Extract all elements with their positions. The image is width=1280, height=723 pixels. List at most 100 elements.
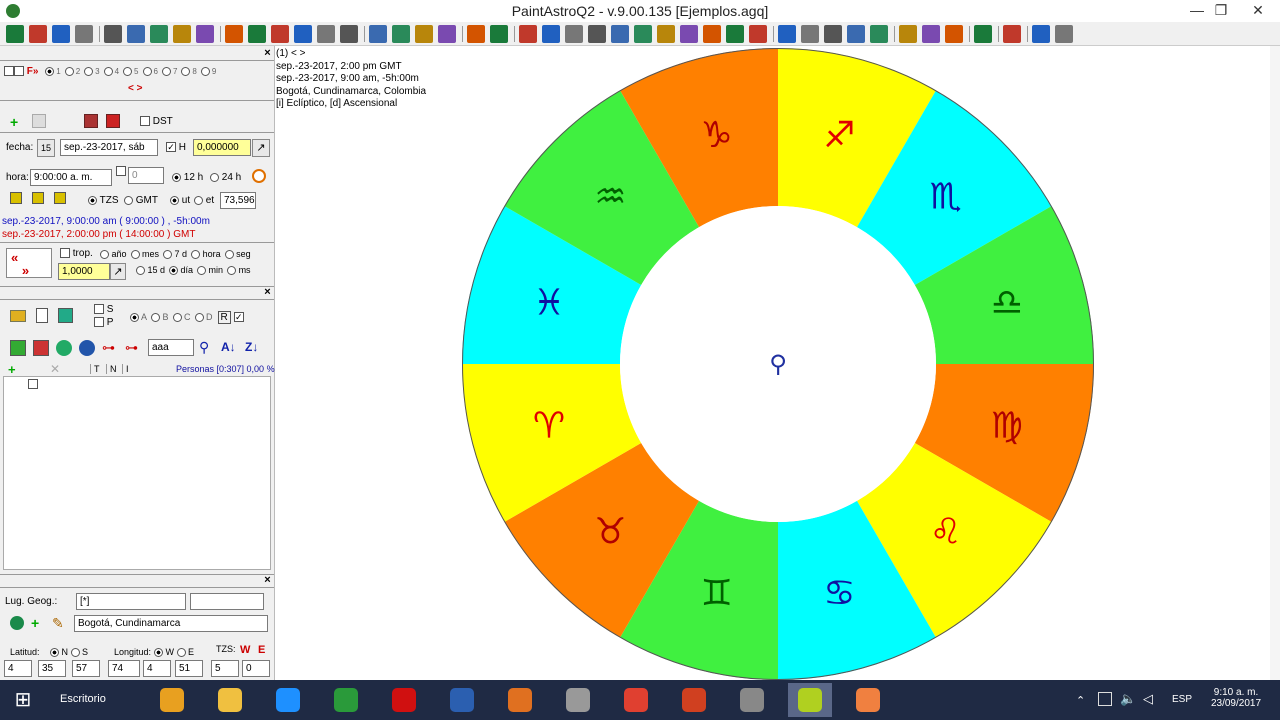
slot-check-b[interactable] [14, 66, 24, 77]
tool-a-icon[interactable] [10, 340, 26, 356]
calculator-icon[interactable] [726, 25, 744, 43]
slot-radio-4[interactable] [103, 66, 113, 76]
clock-icon[interactable] [252, 169, 266, 183]
window5-icon[interactable] [196, 25, 214, 43]
clock[interactable]: 9:10 a. m. 23/09/2017 [1208, 687, 1264, 709]
slot-radio-6[interactable] [142, 66, 152, 76]
dots3-icon[interactable] [847, 25, 865, 43]
tzs-radio[interactable] [88, 195, 97, 205]
unit-row1-radio-4[interactable] [224, 249, 234, 259]
e-radio[interactable] [176, 648, 186, 658]
arrow-right-icon[interactable] [611, 25, 629, 43]
tray-speaker-icon[interactable]: ◁ [1143, 691, 1153, 707]
lat-min-field[interactable]: 35 [38, 660, 66, 677]
slot-radio-1[interactable] [45, 66, 55, 76]
window3-icon[interactable] [150, 25, 168, 43]
ie-icon[interactable] [266, 683, 310, 717]
refresh-icon[interactable] [703, 25, 721, 43]
start-button[interactable]: ⊞ [0, 683, 46, 717]
opera-icon[interactable] [382, 683, 426, 717]
project-icon[interactable] [324, 683, 368, 717]
tray-volume-icon[interactable]: 🔈 [1120, 691, 1136, 707]
dots4-icon[interactable] [870, 25, 888, 43]
tray-chevron-icon[interactable]: ⌃ [1076, 694, 1085, 707]
table-icon[interactable] [438, 25, 456, 43]
sort-asc-icon[interactable]: A↓ [221, 340, 236, 354]
unit-row1-radio-1[interactable] [130, 249, 140, 259]
slot-radio-2[interactable] [64, 66, 74, 76]
tz-icon-a[interactable] [10, 192, 22, 204]
tool-b-icon[interactable] [33, 340, 49, 356]
colors-icon[interactable] [225, 25, 243, 43]
fraction-icon[interactable] [565, 25, 583, 43]
slot-radio-7[interactable] [161, 66, 171, 76]
tz-icon-b[interactable] [32, 192, 44, 204]
add-icon[interactable]: + [10, 114, 18, 130]
window-icon[interactable] [104, 25, 122, 43]
dots2-icon[interactable] [824, 25, 842, 43]
hora-field[interactable]: 9:00:00 a. m. [30, 169, 112, 186]
unit-row1-radio-0[interactable] [100, 249, 109, 259]
h12-radio[interactable] [172, 172, 181, 182]
close-panel3-icon[interactable]: × [262, 575, 273, 586]
stripes-icon[interactable] [294, 25, 312, 43]
step-adjust-icon[interactable]: ↗ [110, 263, 126, 280]
column-header[interactable]: N [106, 364, 122, 374]
tool-globe2-icon[interactable] [79, 340, 95, 356]
language-indicator[interactable]: ESP [1172, 694, 1192, 705]
column-header[interactable]: T [90, 364, 106, 374]
add-person-icon[interactable]: + [8, 362, 16, 377]
lug-extra-field[interactable] [190, 593, 264, 610]
group-radio-C[interactable] [172, 312, 182, 322]
step-arrows-button[interactable]: « » [6, 248, 52, 278]
spin-field[interactable]: 0 [128, 167, 164, 184]
calendar2-icon[interactable] [106, 114, 120, 128]
lug-select[interactable]: [*] [76, 593, 186, 610]
calculator-icon[interactable] [556, 683, 600, 717]
n-radio[interactable] [50, 648, 59, 658]
group-check[interactable]: ✓ [233, 312, 244, 323]
w-radio[interactable] [154, 648, 163, 658]
tz-min-field[interactable]: 0 [242, 660, 270, 677]
explorer-icon[interactable] [208, 683, 252, 717]
new-file-icon[interactable] [36, 308, 48, 323]
exit-icon[interactable] [1055, 25, 1073, 43]
date-picker-icon[interactable]: 15 [37, 139, 55, 157]
chrome-icon[interactable] [614, 683, 658, 717]
grid-small-icon[interactable] [369, 25, 387, 43]
tz-hour-field[interactable]: 5 [211, 660, 239, 677]
astro-icon[interactable] [788, 683, 832, 717]
trop-check[interactable] [60, 248, 70, 259]
p-check[interactable] [94, 317, 104, 328]
slot-check-a[interactable] [4, 66, 14, 77]
wheel-a-icon[interactable] [317, 25, 335, 43]
pin-icon[interactable] [657, 25, 675, 43]
flower-icon[interactable] [846, 683, 890, 717]
lon-min-field[interactable]: 4 [143, 660, 171, 677]
open-folder-icon[interactable] [10, 310, 26, 322]
globe-icon[interactable] [10, 616, 24, 630]
tz-icon-c[interactable] [54, 192, 66, 204]
astro-b-icon[interactable] [778, 25, 796, 43]
h-field[interactable]: 0,000000 [193, 139, 251, 156]
wheel-c-icon[interactable] [899, 25, 917, 43]
unit-row2-radio-2[interactable] [197, 265, 207, 275]
paint-icon[interactable] [150, 683, 194, 717]
presentation-icon[interactable] [672, 683, 716, 717]
hora-check[interactable] [116, 166, 126, 177]
close-button[interactable]: ✕ [1236, 0, 1280, 22]
gear-wheel-icon[interactable] [6, 25, 24, 43]
tool-globe-icon[interactable] [56, 340, 72, 356]
lon-sec-field[interactable]: 51 [175, 660, 203, 677]
calendar-icon[interactable] [29, 25, 47, 43]
figure-icon[interactable] [945, 25, 963, 43]
window4-icon[interactable] [173, 25, 191, 43]
globe-icon[interactable] [52, 25, 70, 43]
nav-arrows[interactable]: < > [128, 83, 142, 94]
grid-icon[interactable] [392, 25, 410, 43]
tray-network-icon[interactable] [1098, 692, 1112, 706]
gradient-icon[interactable] [248, 25, 266, 43]
escritorio-label[interactable]: Escritorio [60, 693, 106, 705]
sword-icon[interactable] [634, 25, 652, 43]
unit-row2-radio-0[interactable] [136, 265, 145, 275]
